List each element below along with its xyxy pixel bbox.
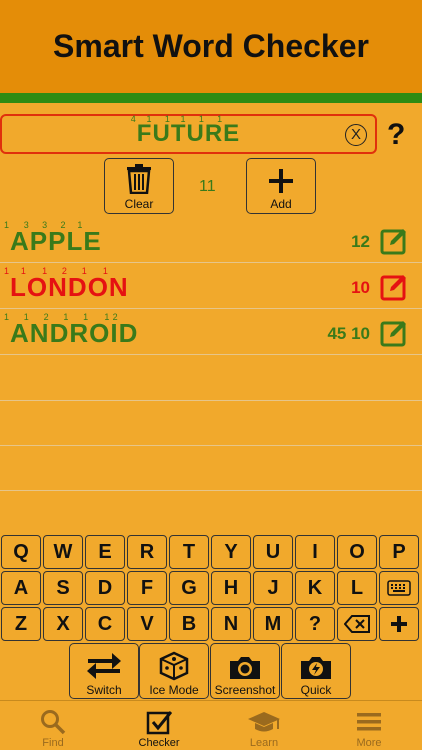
add-key[interactable] [379,607,419,641]
word-input[interactable]: 4F 1U 1T 1U 1R 1E X [0,114,377,154]
tab-more[interactable]: More [329,709,409,749]
list-item[interactable]: 1A 1N 2D 1R 1O 1I 2D 45 10 [0,310,422,355]
key-n[interactable]: N [211,607,251,641]
list-item[interactable]: 1L 1O 1N 2D 1O 1N 10 [0,264,422,309]
app-header: Smart Word Checker [0,0,422,103]
key-wildcard[interactable]: ? [295,607,335,641]
list-item-score: 12 [351,232,370,251]
backspace-icon [344,615,370,633]
word-letter: 1U [146,114,171,147]
list-divider [0,400,422,401]
key-k[interactable]: K [295,571,335,605]
key-u[interactable]: U [253,535,293,569]
key-q[interactable]: Q [1,535,41,569]
checkbox-icon [146,711,172,735]
word-count: 11 [199,178,216,195]
word-letter: 1E [217,114,241,147]
screenshot-button[interactable]: Screenshot [210,643,280,699]
clear-button[interactable]: Clear [104,158,174,214]
search-icon [41,710,66,735]
key-o[interactable]: O [337,535,377,569]
keyboard: Q W E R T Y U I O P A S D F G H J K L Z … [0,535,422,645]
tab-checker[interactable]: Checker [119,709,199,749]
ice-mode-button[interactable]: Ice Mode [139,643,209,699]
menu-icon [357,713,381,731]
key-y[interactable]: Y [211,535,251,569]
clear-input-icon[interactable]: X [345,124,367,146]
tab-find-label: Find [42,737,64,749]
key-x[interactable]: X [43,607,83,641]
swap-arrows-icon [87,653,121,679]
backspace-key[interactable] [337,607,377,641]
key-c[interactable]: C [85,607,125,641]
plus-icon [269,169,293,193]
key-d[interactable]: D [85,571,125,605]
key-a[interactable]: A [1,571,41,605]
list-item-word: 1L 1O 1N 2D 1O 1N [4,266,129,302]
clear-label: Clear [124,197,154,211]
list-item-word: 1A 1N 2D 1R 1O 1I 2D [4,312,139,348]
switch-label: Switch [86,683,122,697]
key-g[interactable]: G [169,571,209,605]
add-label: Add [270,197,292,211]
screenshot-label: Screenshot [214,683,276,697]
keyboard-toggle-key[interactable] [379,571,419,605]
word-letter: 4F [130,114,153,147]
tab-learn[interactable]: Learn [224,709,304,749]
help-button[interactable]: ? [387,118,405,152]
list-divider [0,445,422,446]
trash-icon [127,164,151,194]
dice-icon [159,651,189,681]
tab-learn-label: Learn [249,737,279,749]
word-letter: 1R [198,114,224,147]
keyboard-icon [387,580,411,596]
camera-icon [230,657,260,679]
tab-find[interactable]: Find [13,709,93,749]
flash-camera-icon [301,657,331,679]
key-v[interactable]: V [127,607,167,641]
quick-label: Quick [300,683,332,697]
word-letter: 1U [180,114,205,147]
key-w[interactable]: W [43,535,83,569]
list-item[interactable]: 1A 3P 3P 2L 1E 12 [0,218,422,263]
quick-button[interactable]: Quick [281,643,351,699]
graduation-cap-icon [248,712,280,732]
word-input-value: 4F 1U 1T 1U 1R 1E [130,114,241,148]
key-e[interactable]: E [85,535,125,569]
key-i[interactable]: I [295,535,335,569]
key-j[interactable]: J [253,571,293,605]
app-title: Smart Word Checker [53,28,369,64]
key-r[interactable]: R [127,535,167,569]
ice-mode-label: Ice Mode [149,683,199,697]
list-item-word: 1A 3P 3P 2L 1E [4,220,102,256]
key-z[interactable]: Z [1,607,41,641]
tab-more-label: More [356,737,382,749]
key-h[interactable]: H [211,571,251,605]
key-b[interactable]: B [169,607,209,641]
key-p[interactable]: P [379,535,419,569]
tab-checker-label: Checker [138,737,180,749]
edit-icon[interactable] [380,227,408,255]
edit-icon[interactable] [380,319,408,347]
word-letter: 1T [164,114,187,147]
key-t[interactable]: T [169,535,209,569]
list-divider [0,490,422,491]
key-s[interactable]: S [43,571,83,605]
switch-button[interactable]: Switch [69,643,139,699]
plus-icon [391,616,407,632]
add-button[interactable]: Add [246,158,316,214]
list-item-score: 10 [351,278,370,297]
list-item-score: 45 10 [327,324,370,343]
key-f[interactable]: F [127,571,167,605]
key-l[interactable]: L [337,571,377,605]
key-m[interactable]: M [253,607,293,641]
tab-bar: Find Checker Learn More [0,700,422,750]
edit-icon[interactable] [380,273,408,301]
